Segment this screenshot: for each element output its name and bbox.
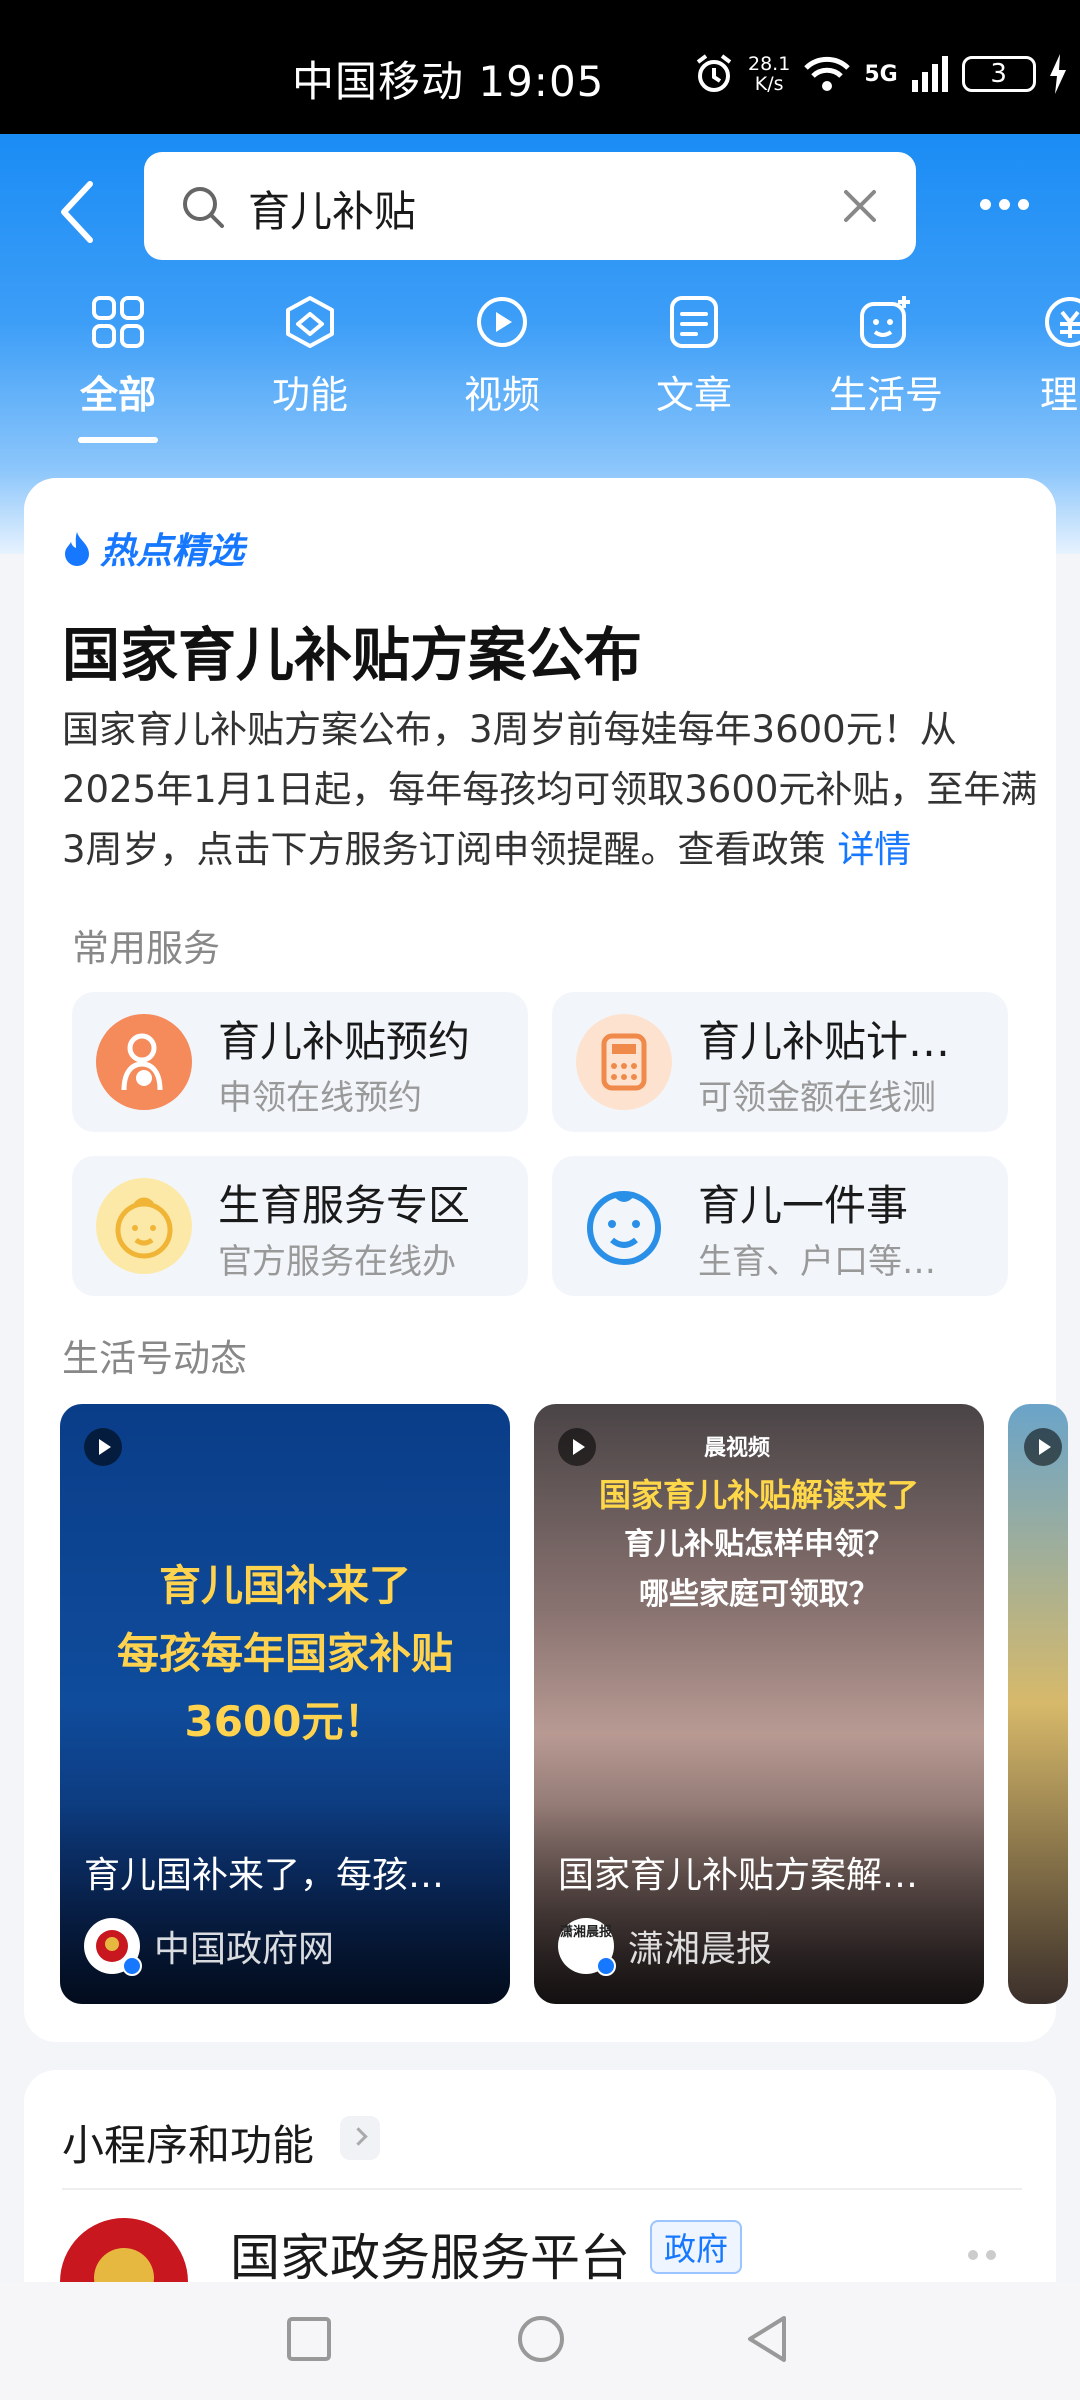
service-title: 育儿一件事 bbox=[698, 1181, 909, 1230]
battery-indicator: 3 bbox=[961, 56, 1036, 92]
search-results-card: 热点精选 国家育儿补贴方案公布 国家育儿补贴方案公布，3周岁前每娃每年3600元… bbox=[24, 478, 1068, 2042]
lifeaccount-icon bbox=[860, 296, 910, 348]
service-maternity-zone[interactable]: 生育服务专区 官方服务在线办 bbox=[72, 1156, 528, 1296]
video-card[interactable]: 晨视频 国家育儿补贴解读来了 育儿补贴怎样申领？ 哪些家庭可领取？ 国家育儿补贴… bbox=[534, 1404, 984, 2004]
service-title: 生育服务专区 bbox=[218, 1181, 471, 1230]
active-tab-indicator bbox=[78, 437, 158, 443]
tab-all-label: 全部 bbox=[79, 373, 156, 417]
tab-finance[interactable]: 理 bbox=[980, 294, 1080, 419]
service-subsidy-appointment[interactable]: 育儿补贴预约 申领在线预约 bbox=[72, 992, 528, 1132]
tab-functions[interactable]: 功能 bbox=[230, 294, 390, 419]
tab-functions-label: 功能 bbox=[271, 373, 348, 417]
grid-icon bbox=[92, 296, 144, 348]
network-type: 5G bbox=[864, 61, 898, 87]
carrier-time: 中国移动 19:05 bbox=[292, 57, 605, 106]
gov-badge: 政府 bbox=[650, 2220, 743, 2274]
chevron-right-icon[interactable] bbox=[340, 2116, 380, 2160]
service-childcare-one-stop[interactable]: 育儿一件事 生育、户口等… bbox=[552, 1156, 1008, 1296]
home-icon[interactable] bbox=[516, 2314, 566, 2364]
play-badge-icon bbox=[558, 1428, 596, 1466]
tab-articles[interactable]: 文章 bbox=[614, 294, 774, 419]
news-headline[interactable]: 国家育儿补贴方案公布 bbox=[62, 608, 642, 692]
service-subsidy-calculator[interactable]: 育儿补贴计… 可领金额在线测 bbox=[552, 992, 1008, 1132]
flame-icon bbox=[65, 532, 89, 566]
cube-icon bbox=[286, 296, 334, 348]
video-card[interactable]: 育儿国补来了 每孩每年国家补贴 3600元！ 育儿国补来了，每孩… 中国政府网 bbox=[60, 1404, 510, 2004]
more-options-button[interactable] bbox=[968, 2250, 996, 2260]
service-title: 育儿补贴预约 bbox=[218, 1017, 471, 1066]
xiaoxiang-morning-avatar: 潇湘晨报 bbox=[558, 1918, 616, 1976]
details-link[interactable]: 详情 bbox=[837, 828, 911, 871]
search-icon bbox=[183, 187, 224, 228]
smiling-baby-icon bbox=[576, 1178, 672, 1274]
video-brand-logo: 晨视频 bbox=[704, 1436, 771, 1461]
hot-picks-tag: 热点精选 bbox=[62, 522, 244, 574]
tab-videos-label: 视频 bbox=[463, 373, 540, 417]
common-services-label: 常用服务 bbox=[72, 927, 220, 970]
gov-platform-title[interactable]: 国家政务服务平台 bbox=[230, 2218, 630, 2290]
play-badge-icon bbox=[1024, 1428, 1062, 1466]
video-card-partial[interactable] bbox=[1008, 1404, 1068, 2004]
video-cover-text: 国家育儿补贴解读来了 育儿补贴怎样申领？ 哪些家庭可领取？ bbox=[598, 1476, 919, 1612]
tab-life-accounts-label: 生活号 bbox=[828, 373, 943, 417]
back-arrow-icon[interactable] bbox=[50, 172, 110, 252]
article-icon bbox=[670, 296, 718, 348]
status-icons: 28.1 K/s 5G 3 bbox=[692, 52, 1068, 96]
tab-all[interactable]: 全部 bbox=[38, 294, 198, 443]
tab-articles-label: 文章 bbox=[655, 373, 732, 417]
clear-icon[interactable] bbox=[840, 186, 880, 226]
service-subtitle: 生育、户口等… bbox=[698, 1242, 936, 1282]
news-description: 国家育儿补贴方案公布，3周岁前每娃每年3600元！从2025年1月1日起，每年每… bbox=[62, 708, 1038, 871]
tab-videos[interactable]: 视频 bbox=[422, 294, 582, 419]
video-cover-text: 育儿国补来了 每孩每年国家补贴 3600元！ bbox=[116, 1561, 453, 1746]
finance-icon bbox=[1045, 297, 1080, 347]
divider bbox=[62, 2188, 1022, 2190]
tab-life-accounts[interactable]: 生活号 bbox=[806, 294, 966, 419]
search-query: 育儿补贴 bbox=[248, 187, 417, 236]
wifi-icon bbox=[804, 56, 851, 91]
gov-emblem-avatar bbox=[84, 1918, 142, 1976]
back-icon[interactable] bbox=[744, 2314, 790, 2364]
network-speed: 28.1 K/s bbox=[748, 53, 791, 95]
video-author[interactable]: 中国政府网 bbox=[84, 1918, 334, 1976]
search-input[interactable]: 育儿补贴 bbox=[144, 152, 916, 260]
life-account-feed-label: 生活号动态 bbox=[62, 1337, 247, 1380]
calculator-icon bbox=[576, 1014, 672, 1110]
service-subtitle: 可领金额在线测 bbox=[698, 1078, 936, 1118]
tab-finance-label: 理 bbox=[1040, 373, 1079, 417]
play-badge-icon bbox=[84, 1428, 122, 1466]
recent-apps-icon[interactable] bbox=[286, 2314, 332, 2364]
service-subtitle: 申领在线预约 bbox=[218, 1078, 422, 1118]
video-title: 育儿国补来了，每孩… bbox=[84, 1855, 445, 1896]
alarm-icon bbox=[696, 54, 732, 92]
system-nav-bar bbox=[0, 2282, 1080, 2400]
category-tabs: 全部 功能 视频 文章 生活号 理 bbox=[0, 294, 1080, 444]
charging-icon bbox=[1049, 54, 1066, 94]
service-title: 育儿补贴计… bbox=[698, 1017, 951, 1066]
hot-picks-label: 热点精选 bbox=[100, 531, 245, 572]
play-icon bbox=[477, 297, 527, 347]
baby-face-icon bbox=[96, 1178, 192, 1274]
video-author[interactable]: 潇湘晨报 潇湘晨报 bbox=[558, 1918, 772, 1976]
mother-baby-icon bbox=[96, 1014, 192, 1110]
more-options-button[interactable] bbox=[980, 184, 1040, 224]
video-title: 国家育儿补贴方案解… bbox=[558, 1855, 919, 1896]
signal-icon bbox=[911, 56, 948, 92]
status-bar: 中国移动 19:05 28.1 K/s 5G 3 bbox=[0, 0, 1080, 134]
service-subtitle: 官方服务在线办 bbox=[218, 1242, 456, 1282]
mini-programs-title[interactable]: 小程序和功能 bbox=[62, 2112, 314, 2173]
